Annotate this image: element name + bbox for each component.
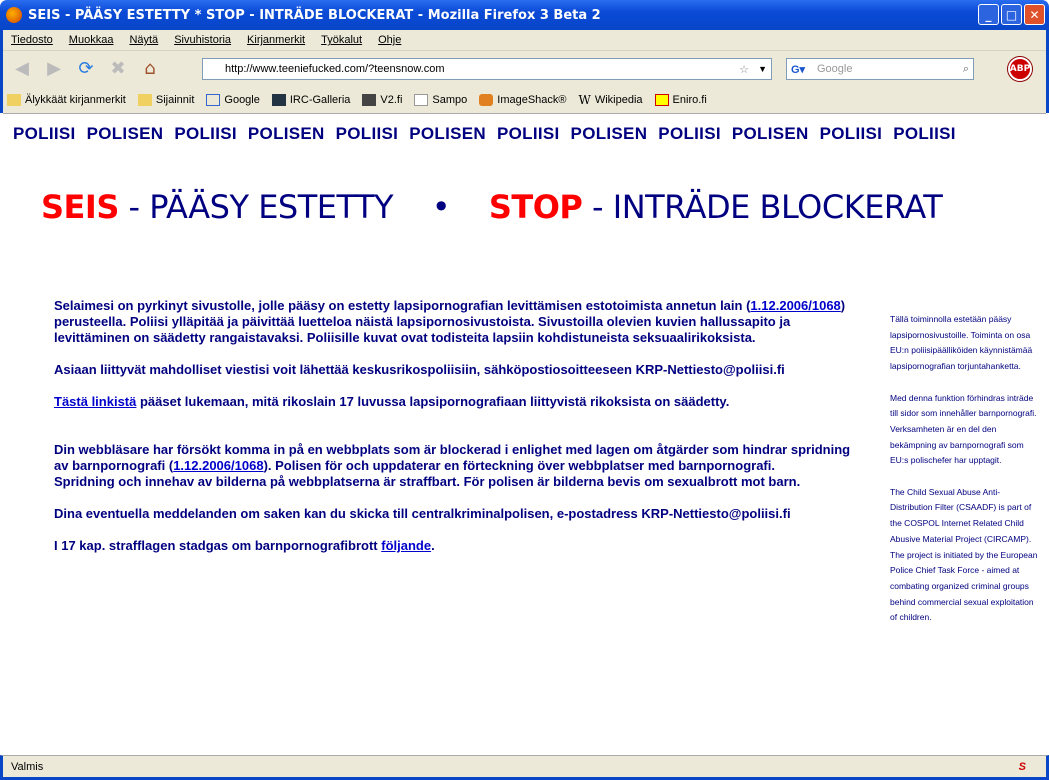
- seis-label: SEIS: [41, 188, 119, 226]
- bookmark-label: Älykkäät kirjanmerkit: [25, 94, 126, 106]
- imageshack-icon: [479, 94, 494, 106]
- close-button[interactable]: ✕: [1024, 4, 1045, 25]
- stop-icon[interactable]: ✖: [105, 56, 131, 82]
- addon-icon[interactable]: S: [1019, 761, 1026, 773]
- main-text: Selaimesi on pyrkinyt sivustolle, jolle …: [54, 298, 854, 570]
- status-bar: Valmis S: [0, 755, 1049, 780]
- law-link-fi[interactable]: 1.12.2006/1068: [750, 298, 840, 313]
- star-icon[interactable]: ☆: [739, 63, 749, 76]
- url-text: http://www.teeniefucked.com/?teensnow.co…: [225, 63, 445, 75]
- police-banner: POLIISI POLISEN POLIISI POLISEN POLIISI …: [13, 124, 956, 143]
- fi-paragraph-3: Tästä linkistä pääset lukemaan, mitä rik…: [54, 394, 854, 410]
- menu-bar: Tiedosto Muokkaa Näytä Sivuhistoria Kirj…: [3, 30, 1046, 50]
- bookmark-imageshack[interactable]: ImageShack®: [479, 94, 567, 106]
- text: I 17 kap. strafflagen stadgas om barnpor…: [54, 538, 382, 553]
- menu-view[interactable]: Näytä: [129, 34, 158, 46]
- bookmark-label: Wikipedia: [594, 94, 643, 106]
- minimize-button[interactable]: _: [978, 4, 999, 25]
- sv-paragraph-1: Din webbläsare har försökt komma in på e…: [54, 442, 854, 490]
- bookmark-label: IRC-Galleria: [289, 94, 351, 106]
- side-text-fi: Tällä toiminnolla estetään pääsy lapsipo…: [890, 314, 1033, 372]
- bookmark-sampo[interactable]: Sampo: [414, 94, 467, 106]
- bookmark-label: Eniro.fi: [672, 94, 707, 106]
- bookmark-eniro[interactable]: Eniro.fi: [654, 94, 707, 106]
- text: .: [431, 538, 435, 553]
- page-icon: [414, 94, 429, 106]
- fi-paragraph-1: Selaimesi on pyrkinyt sivustolle, jolle …: [54, 298, 854, 346]
- google-icon[interactable]: G▾: [791, 63, 805, 76]
- wikipedia-icon: W: [578, 93, 591, 107]
- home-icon[interactable]: ⌂: [137, 56, 163, 82]
- window-title: SEIS - PÄÄSY ESTETTY * STOP - INTRÄDE BL…: [28, 7, 601, 23]
- criminal-code-link-sv[interactable]: följande: [381, 538, 431, 553]
- sv-paragraph-2: Dina eventuella meddelanden om saken kan…: [54, 506, 791, 521]
- sv-paragraph-3: I 17 kap. strafflagen stadgas om barnpor…: [54, 538, 854, 554]
- bookmark-label: ImageShack®: [497, 94, 567, 106]
- side-text-sv: Med denna funktion förhindras inträde ti…: [890, 392, 1037, 466]
- magnifier-icon[interactable]: ⌕: [963, 63, 969, 76]
- text: Selaimesi on pyrkinyt sivustolle, jolle …: [54, 298, 751, 313]
- criminal-code-link-fi[interactable]: Tästä linkistä: [54, 394, 136, 409]
- folder-icon: [137, 94, 152, 106]
- bookmark-wikipedia[interactable]: W Wikipedia: [579, 93, 643, 107]
- side-text-en: The Child Sexual Abuse Anti-Distribution…: [890, 486, 1038, 623]
- adblock-plus-icon[interactable]: ABP: [1008, 57, 1032, 81]
- bookmark-label: Sijainnit: [155, 94, 195, 106]
- bookmark-label: Sampo: [432, 94, 468, 106]
- reload-icon[interactable]: ⟳: [73, 56, 99, 82]
- menu-edit[interactable]: Muokkaa: [69, 34, 114, 46]
- title-bar: SEIS - PÄÄSY ESTETTY * STOP - INTRÄDE BL…: [0, 0, 1049, 30]
- maximize-button[interactable]: □: [1001, 4, 1022, 25]
- bookmark-label: V2.fi: [380, 94, 403, 106]
- firefox-icon: [6, 7, 22, 23]
- bookmark-v2[interactable]: V2.fi: [362, 94, 402, 106]
- headline-sv: - INTRÄDE BLOCKERAT: [582, 188, 943, 226]
- text: Spridning och innehav av bilderna på web…: [54, 474, 801, 489]
- bookmark-locations[interactable]: Sijainnit: [137, 94, 195, 106]
- bookmark-label: Google: [224, 94, 260, 106]
- fi-paragraph-2: Asiaan liittyvät mahdolliset viestisi vo…: [54, 362, 785, 377]
- eniro-icon: [654, 94, 669, 106]
- back-button[interactable]: ◀: [9, 56, 35, 82]
- headline: SEIS - PÄÄSY ESTETTY • STOP - INTRÄDE BL…: [41, 188, 943, 226]
- bookmark-irc-galleria[interactable]: IRC-Galleria: [271, 94, 351, 106]
- search-input[interactable]: Google G▾ ⌕: [786, 58, 974, 80]
- menu-history[interactable]: Sivuhistoria: [174, 34, 231, 46]
- menu-bookmarks[interactable]: Kirjanmerkit: [247, 34, 305, 46]
- folder-icon: [7, 94, 21, 106]
- menu-file[interactable]: Tiedosto: [11, 34, 53, 46]
- menu-help[interactable]: Ohje: [378, 34, 401, 46]
- page-content: POLIISI POLISEN POLIISI POLISEN POLIISI …: [3, 113, 1046, 755]
- bookmark-smart[interactable]: Älykkäät kirjanmerkit: [7, 94, 126, 106]
- bullet: •: [431, 188, 451, 226]
- dropdown-icon[interactable]: ▼: [758, 64, 767, 74]
- menu-tools[interactable]: Työkalut: [321, 34, 362, 46]
- law-link-sv[interactable]: 1.12.2006/1068: [173, 458, 263, 473]
- stop-label: STOP: [488, 188, 583, 226]
- bookmark-google[interactable]: Google: [206, 94, 260, 106]
- bookmarks-toolbar: Älykkäät kirjanmerkit Sijainnit Google I…: [7, 88, 707, 112]
- headline-fi: - PÄÄSY ESTETTY: [118, 188, 394, 226]
- browser-chrome: Tiedosto Muokkaa Näytä Sivuhistoria Kirj…: [0, 30, 1049, 113]
- irc-galleria-icon: [271, 94, 286, 106]
- forward-button[interactable]: ▶: [41, 56, 67, 82]
- sidebar-info: Tällä toiminnolla estetään pääsy lapsipo…: [890, 312, 1040, 642]
- text: pääset lukemaan, mitä rikoslain 17 luvus…: [136, 394, 730, 409]
- google-icon: [206, 94, 221, 106]
- text: ). Polisen för och uppdaterar en förteck…: [263, 458, 775, 473]
- v2-icon: [362, 94, 377, 106]
- url-bar[interactable]: http://www.teeniefucked.com/?teensnow.co…: [202, 58, 772, 80]
- search-placeholder: Google: [817, 63, 853, 75]
- status-text: Valmis: [11, 760, 44, 773]
